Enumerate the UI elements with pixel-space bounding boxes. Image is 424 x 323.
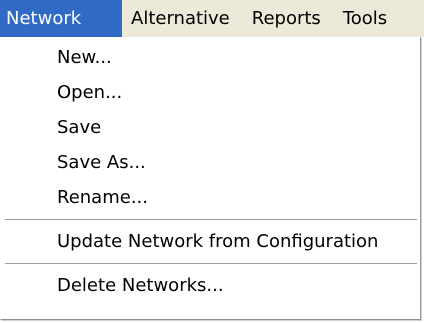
menu-separator [5,219,417,221]
menu-reports[interactable]: Reports [242,0,333,37]
network-dropdown-menu: New... Open... Save Save As... Rename...… [0,37,421,320]
menu-item-rename[interactable]: Rename... [1,180,420,215]
menu-alternative[interactable]: Alternative [122,0,242,37]
menu-bar: Network Alternative Reports Tools [0,0,424,37]
menu-item-open[interactable]: Open... [1,75,420,110]
menu-item-save[interactable]: Save [1,110,420,145]
menu-item-delete-networks[interactable]: Delete Networks... [1,268,420,303]
menu-item-update-network-from-configuration[interactable]: Update Network from Configuration [1,224,420,259]
menu-separator [5,263,417,265]
menu-network[interactable]: Network [0,0,122,37]
menu-item-new[interactable]: New... [1,40,420,75]
menu-tools[interactable]: Tools [333,0,387,37]
menu-item-save-as[interactable]: Save As... [1,145,420,180]
